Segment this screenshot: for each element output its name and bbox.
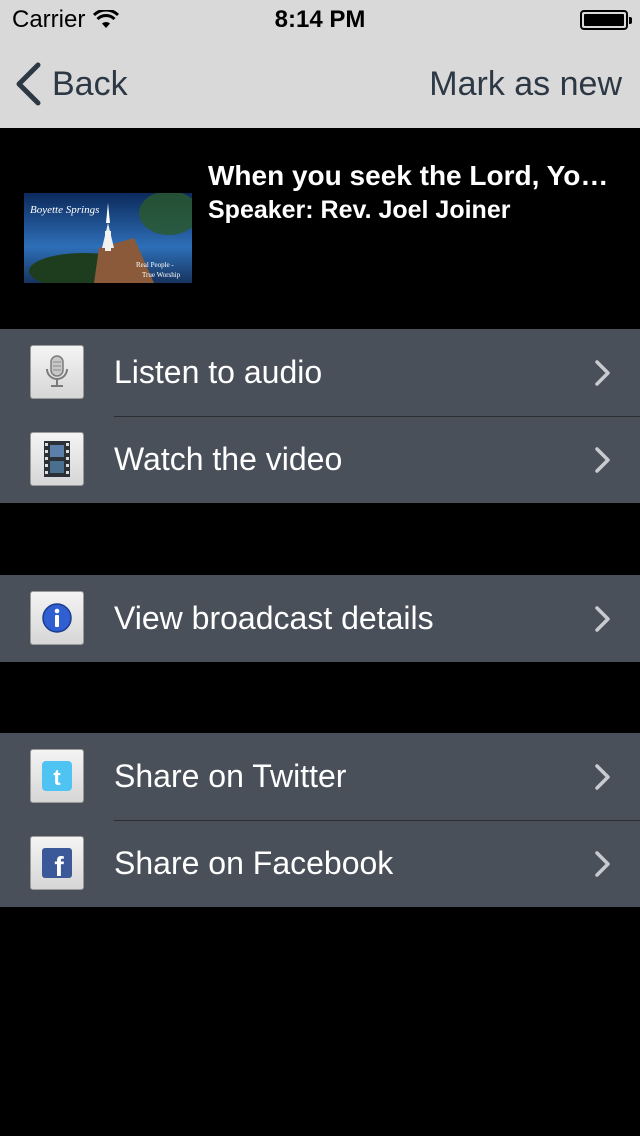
thumbnail-tagline-2: True Worship: [142, 271, 181, 279]
media-group: Listen to audio Watch the video: [0, 329, 640, 503]
episode-thumbnail[interactable]: Boyette Springs Real People - True Worsh…: [24, 193, 192, 283]
svg-text:f: f: [54, 851, 64, 880]
svg-text:t: t: [53, 765, 61, 790]
film-icon: [30, 432, 84, 486]
thumbnail-tagline-1: Real People -: [136, 261, 174, 269]
listen-audio-row[interactable]: Listen to audio: [0, 329, 640, 416]
episode-speaker: Speaker: Rev. Joel Joiner: [208, 196, 511, 224]
share-facebook-row[interactable]: f Share on Facebook: [0, 820, 640, 907]
status-bar: Carrier 8:14 PM: [0, 0, 640, 40]
twitter-icon: t: [30, 749, 84, 803]
facebook-icon: f: [30, 836, 84, 890]
microphone-icon: [30, 345, 84, 399]
share-group: t Share on Twitter f Share on Facebook: [0, 733, 640, 907]
broadcast-details-label: View broadcast details: [114, 600, 434, 636]
share-twitter-label: Share on Twitter: [114, 758, 347, 794]
chevron-right-icon: [595, 851, 610, 877]
share-facebook-label: Share on Facebook: [114, 845, 394, 881]
mark-as-new-button[interactable]: Mark as new: [429, 62, 622, 106]
thumbnail-church-name: Boyette Springs: [30, 204, 99, 216]
back-label: Back: [52, 64, 128, 103]
listen-audio-label: Listen to audio: [114, 354, 323, 390]
back-button[interactable]: Back: [14, 62, 128, 106]
share-twitter-row[interactable]: t Share on Twitter: [0, 733, 640, 820]
chevron-right-icon: [595, 606, 610, 632]
episode-header: Boyette Springs Real People - True Worsh…: [0, 128, 640, 328]
chevron-right-icon: [595, 764, 610, 790]
watch-video-row[interactable]: Watch the video: [0, 416, 640, 503]
status-time: 8:14 PM: [274, 6, 366, 33]
episode-title: When you seek the Lord, Yo…: [208, 160, 609, 191]
broadcast-details-row[interactable]: View broadcast details: [0, 575, 640, 662]
chevron-right-icon: [595, 360, 610, 386]
info-icon: [30, 591, 84, 645]
details-group: View broadcast details: [0, 575, 640, 662]
watch-video-label: Watch the video: [114, 441, 343, 477]
battery-icon: [580, 10, 632, 30]
chevron-left-icon: [16, 62, 41, 106]
navigation-bar: Back Mark as new: [0, 40, 640, 128]
chevron-right-icon: [595, 447, 610, 473]
